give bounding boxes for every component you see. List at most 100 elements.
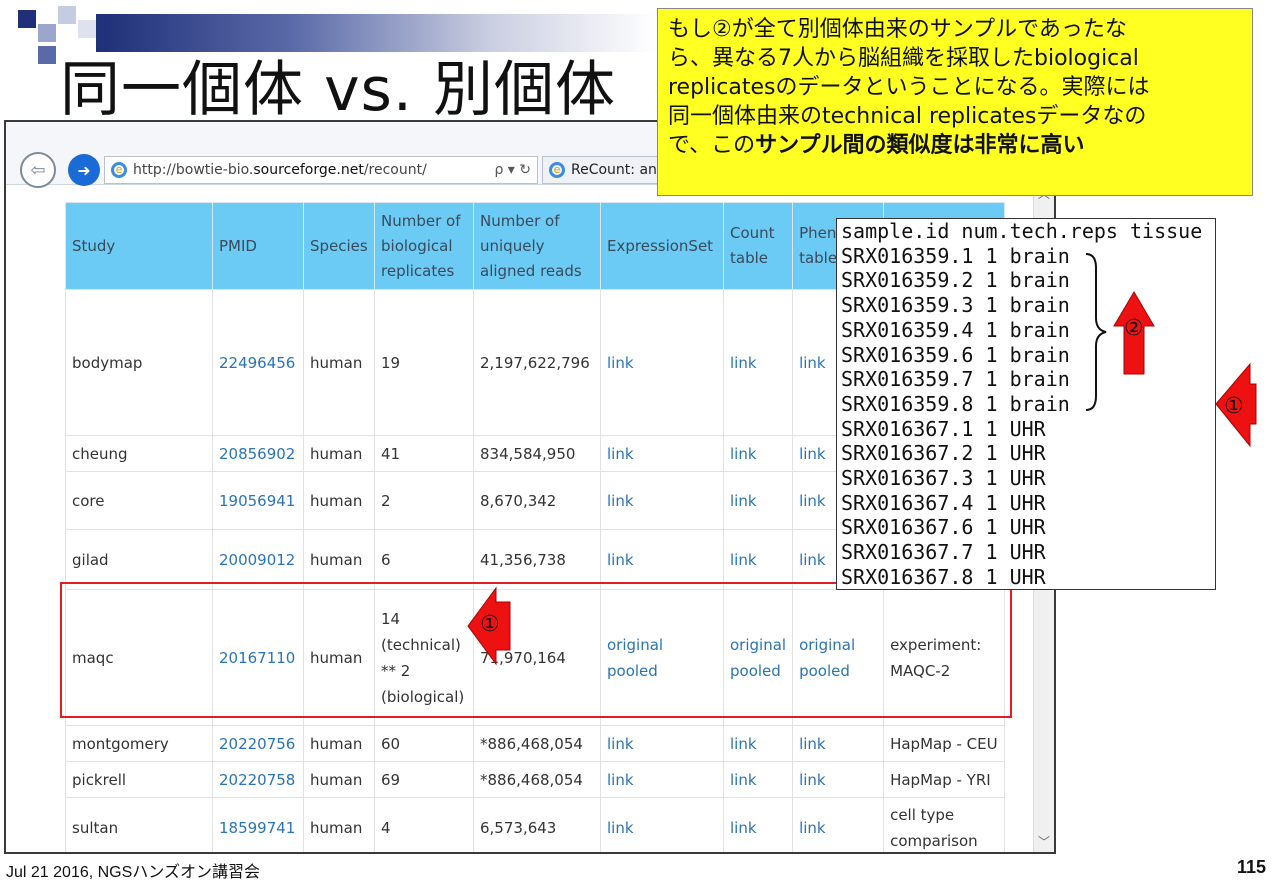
cell-reads: 41,356,738	[473, 529, 601, 590]
ie-page-icon: e	[111, 162, 127, 178]
count-table-link[interactable]: link	[722, 529, 794, 590]
pmid-link[interactable]: 20220756	[212, 725, 304, 762]
sample-line: SRX016367.8 1 UHR	[841, 564, 1046, 589]
pmid-link[interactable]: 22496456	[212, 289, 304, 436]
cell-species: human	[303, 529, 375, 590]
count-table-link[interactable]: link	[722, 289, 794, 436]
cell-species: human	[303, 725, 375, 762]
sample-line: SRX016367.2 1 UHR	[841, 441, 1046, 466]
cell-reads: 6,573,643	[473, 797, 601, 852]
decor-square	[38, 46, 56, 64]
tab-label: ReCount: an	[571, 162, 657, 178]
marker-one: ①	[1224, 394, 1244, 419]
expressionset-link[interactable]: link	[600, 289, 724, 436]
cell-study: sultan	[65, 797, 213, 852]
url-path: /recount/	[363, 162, 427, 178]
brace-icon	[1085, 253, 1107, 411]
cell-reps: 69	[374, 761, 474, 798]
header-aligned-reads: Number of uniquely aligned reads	[473, 202, 601, 290]
callout-line: ら、異なる7人から脳組織を採取したbiological	[668, 46, 1139, 71]
slide-title: 同一個体 vs. 別個体	[60, 55, 616, 125]
count-table-link[interactable]: link	[722, 761, 794, 798]
header-expressionset: ExpressionSet	[600, 202, 724, 290]
callout-line: 同一個体由来のtechnical replicatesデータなの	[668, 104, 1147, 129]
cell-reads: 8,670,342	[473, 471, 601, 530]
sample-line: SRX016367.6 1 UHR	[841, 515, 1046, 540]
pmid-link[interactable]: 20220758	[212, 761, 304, 798]
callout-line: で、このサンプル間の類似度は非常に高い	[668, 131, 1242, 160]
sample-line: SRX016367.3 1 UHR	[841, 466, 1046, 491]
callout-bold: サンプル間の類似度は非常に高い	[755, 133, 1085, 158]
sample-line: SRX016359.1 1 brain	[841, 243, 1070, 268]
expressionset-link[interactable]: link	[600, 761, 724, 798]
cell-note: HapMap - YRI	[883, 761, 1006, 798]
cell-reads: *886,468,054	[473, 761, 601, 798]
header-study: Study	[65, 202, 213, 290]
expressionset-link[interactable]: link	[600, 435, 724, 472]
title-bar	[96, 14, 656, 52]
table-row: montgomery 20220756 human 60 *886,468,05…	[65, 725, 1006, 762]
cell-reads: 2,197,622,796	[473, 289, 601, 436]
cell-species: human	[303, 289, 375, 436]
pmid-link[interactable]: 19056941	[212, 471, 304, 530]
header-bio-reps: Number of biological replicates	[374, 202, 474, 290]
cell-study: cheung	[65, 435, 213, 472]
back-button[interactable]: ⇦	[20, 152, 56, 188]
forward-arrow-icon: ➜	[77, 160, 91, 180]
marker-two: ②	[1124, 316, 1144, 341]
cell-species: human	[303, 797, 375, 852]
cell-reads: 834,584,950	[473, 435, 601, 472]
marker-one: ①	[480, 612, 500, 637]
cell-reps: 41	[374, 435, 474, 472]
cell-species: human	[303, 471, 375, 530]
search-refresh-icons[interactable]: ρ ▾ ↻	[494, 162, 531, 178]
url-host: sourceforge.net	[253, 162, 364, 178]
callout-note: もし②が全て別個体由来のサンプルであったな ら、異なる7人から脳組織を採取したb…	[657, 8, 1253, 196]
decor-square	[78, 20, 96, 38]
phen-table-link[interactable]: link	[792, 761, 885, 798]
callout-line: replicatesのデータということになる。実際には	[668, 75, 1150, 100]
cell-note: cell type comparison	[883, 797, 1006, 852]
address-bar[interactable]: e http://bowtie-bio. sourceforge.net/reco…	[104, 156, 538, 184]
maqc-highlight-box	[60, 582, 1012, 718]
forward-button[interactable]: ➜	[68, 154, 100, 186]
cell-reads: *886,468,054	[473, 725, 601, 762]
sample-list: sample.id num.tech.reps tissue SRX016359…	[836, 218, 1216, 590]
count-table-link[interactable]: link	[722, 435, 794, 472]
header-count-table: Count table	[722, 202, 794, 290]
callout-line: もし②が全て別個体由来のサンプルであったな	[668, 17, 1127, 42]
cell-reps: 2	[374, 471, 474, 530]
expressionset-link[interactable]: link	[600, 529, 724, 590]
cell-study: pickrell	[65, 761, 213, 798]
phen-table-link[interactable]: link	[792, 725, 885, 762]
pmid-link[interactable]: 20009012	[212, 529, 304, 590]
cell-study: gilad	[65, 529, 213, 590]
expressionset-link[interactable]: link	[600, 797, 724, 852]
cell-study: bodymap	[65, 289, 213, 436]
count-table-link[interactable]: link	[722, 797, 794, 852]
scroll-down-icon[interactable]: ﹀	[1034, 832, 1054, 852]
tab-ie-icon: e	[549, 162, 565, 178]
pmid-link[interactable]: 20856902	[212, 435, 304, 472]
callout-plain: で、この	[668, 133, 756, 158]
cell-note: HapMap - CEU	[883, 725, 1006, 762]
count-table-link[interactable]: link	[722, 725, 794, 762]
cell-reps: 4	[374, 797, 474, 852]
decor-square	[58, 6, 76, 24]
count-table-link[interactable]: link	[722, 471, 794, 530]
cell-reps: 19	[374, 289, 474, 436]
table-row: sultan 18599741 human 4 6,573,643 link l…	[65, 797, 1006, 852]
decor-square	[18, 10, 36, 28]
pmid-link[interactable]: 18599741	[212, 797, 304, 852]
sample-line: SRX016359.8 1 brain	[841, 391, 1070, 416]
cell-reps: 60	[374, 725, 474, 762]
phen-table-link[interactable]: link	[792, 797, 885, 852]
sample-line: SRX016367.1 1 UHR	[841, 416, 1046, 441]
cell-study: core	[65, 471, 213, 530]
cell-species: human	[303, 435, 375, 472]
sample-line: SRX016367.7 1 UHR	[841, 540, 1046, 565]
expressionset-link[interactable]: link	[600, 471, 724, 530]
decor-square	[38, 24, 56, 42]
page-number: 115	[1236, 857, 1266, 877]
expressionset-link[interactable]: link	[600, 725, 724, 762]
